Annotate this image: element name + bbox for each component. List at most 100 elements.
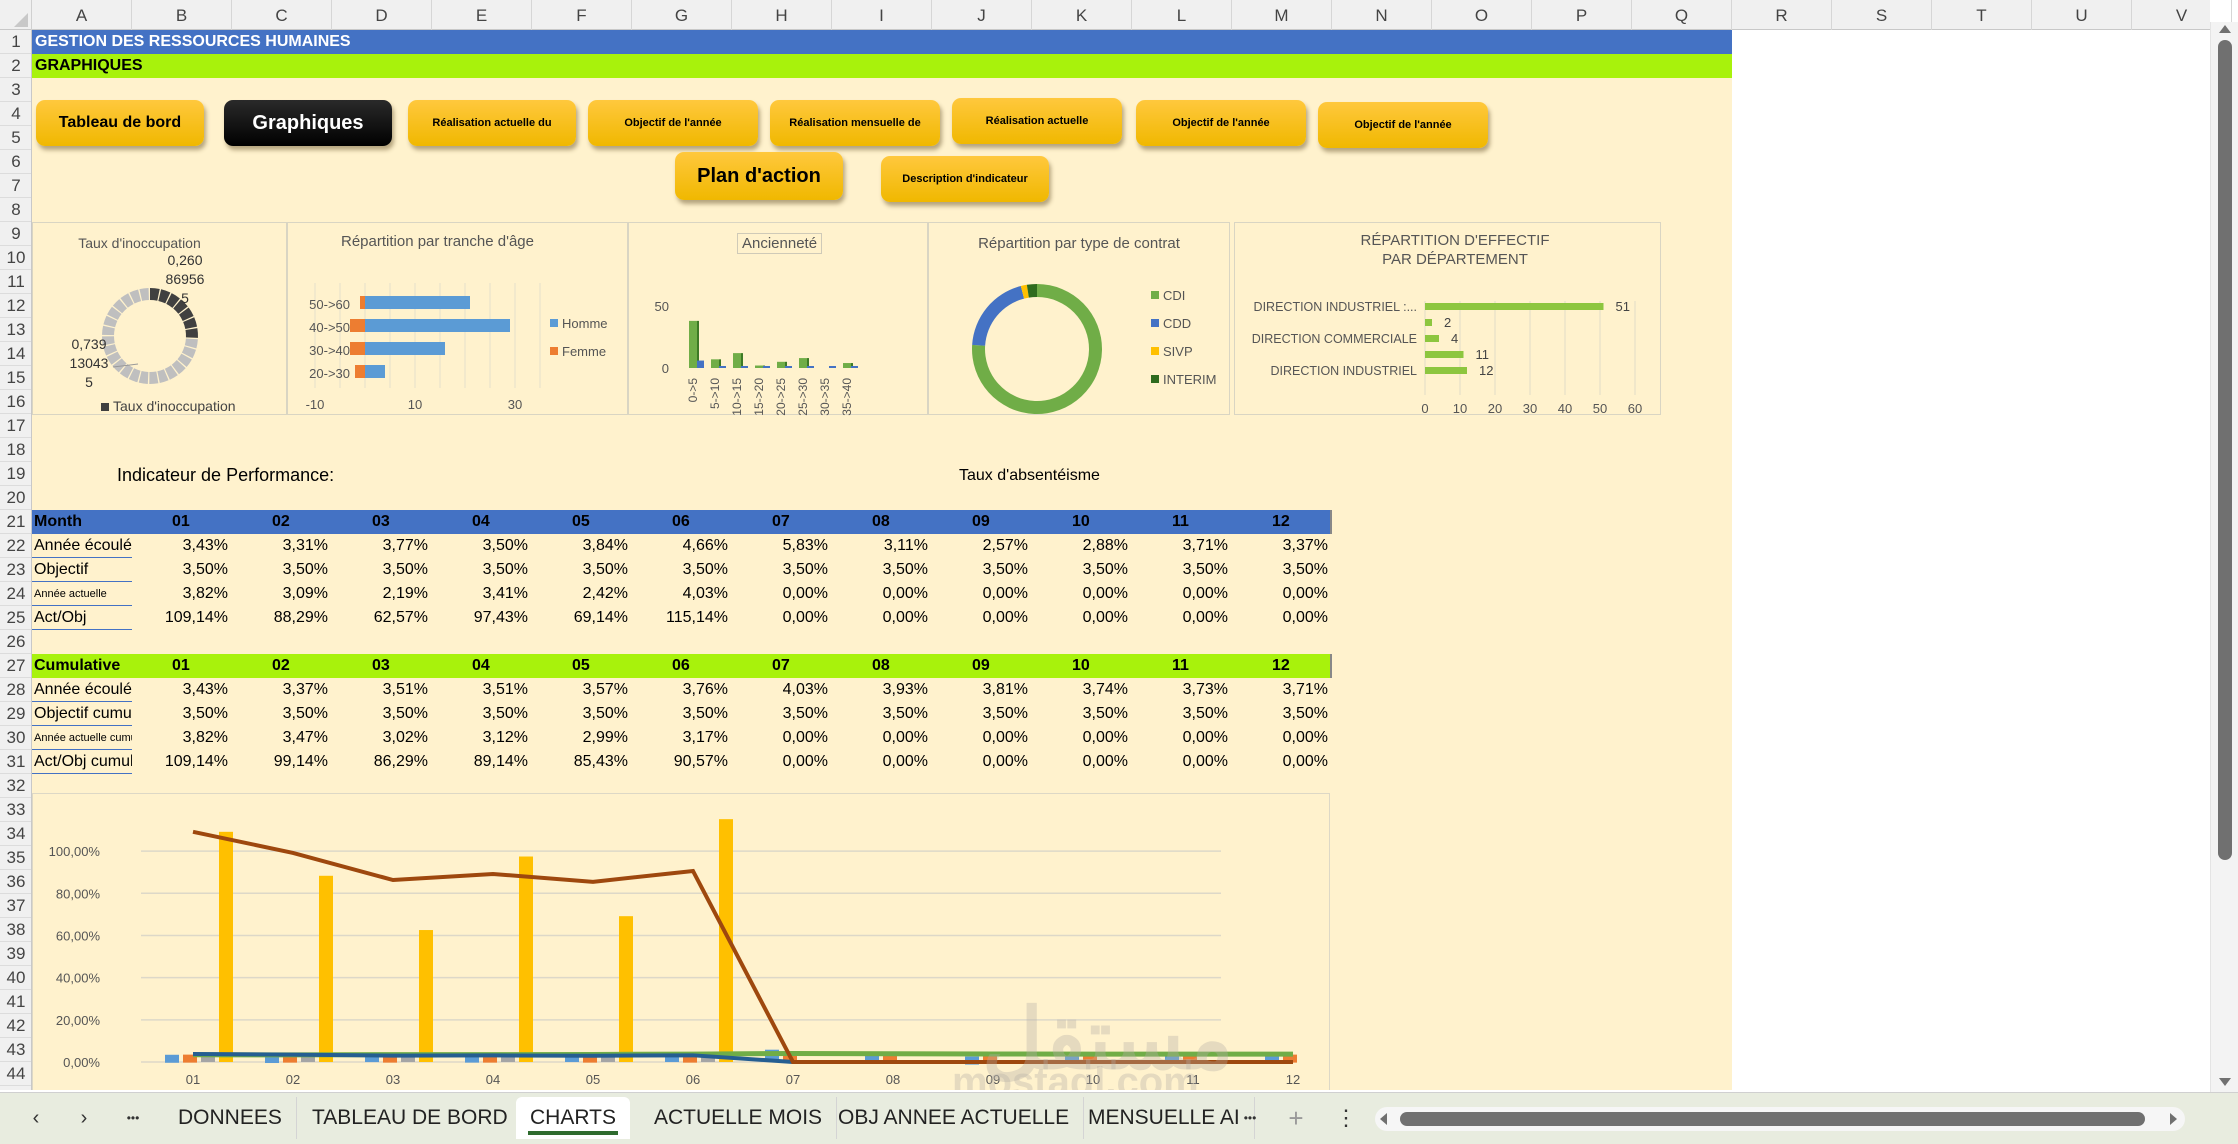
row-header-13[interactable]: 13	[0, 318, 31, 342]
scroll-up-arrow-icon[interactable]	[2219, 25, 2231, 33]
row-header-1[interactable]: 1	[0, 30, 31, 54]
chart-absenteeism[interactable]: 0,00% 20,00% 40,00% 60,00% 80,00% 100,00% 01 02…	[32, 793, 1330, 1090]
row-header-28[interactable]: 28	[0, 678, 31, 702]
next-sheet-icon[interactable]: ›	[72, 1103, 96, 1133]
table-cell[interactable]: 3,43%	[132, 678, 232, 702]
prev-sheet-icon[interactable]: ‹	[24, 1103, 48, 1133]
table-cell[interactable]: 3,50%	[932, 558, 1032, 582]
table-cell[interactable]: 109,14%	[132, 750, 232, 774]
add-sheet-icon[interactable]: +	[1284, 1103, 1308, 1133]
row-header-21[interactable]: 21	[0, 510, 31, 534]
table-cell[interactable]: 0,00%	[1232, 726, 1332, 750]
row-header-30[interactable]: 30	[0, 726, 31, 750]
column-header-i[interactable]: I	[832, 0, 932, 30]
row-header-11[interactable]: 11	[0, 270, 31, 294]
nav-button-5[interactable]: Réalisation actuelle	[952, 98, 1122, 144]
table-cell[interactable]: 3,51%	[332, 678, 432, 702]
row-header-37[interactable]: 37	[0, 894, 31, 918]
row-header-34[interactable]: 34	[0, 822, 31, 846]
table-cell[interactable]: 0,00%	[1132, 750, 1232, 774]
table-cell[interactable]: 0,00%	[1232, 606, 1332, 630]
table-cell[interactable]: 3,17%	[632, 726, 732, 750]
nav-button-1[interactable]: Graphiques	[224, 100, 392, 146]
table-cell[interactable]: 0,00%	[932, 606, 1032, 630]
table-cell[interactable]: 3,50%	[432, 534, 532, 558]
row-header-38[interactable]: 38	[0, 918, 31, 942]
vertical-scroll-thumb[interactable]	[2218, 40, 2232, 860]
nav-button-9[interactable]: Description d'indicateur	[881, 156, 1049, 202]
table-cell[interactable]: 89,14%	[432, 750, 532, 774]
table-cell[interactable]: 3,50%	[632, 702, 732, 726]
chart-age-distribution[interactable]: Répartition par tranche d'âge 20->30 30->…	[287, 222, 628, 415]
more-sheets-icon[interactable]: •••	[118, 1103, 148, 1133]
column-header-q[interactable]: Q	[1632, 0, 1732, 30]
row-header-29[interactable]: 29	[0, 702, 31, 726]
row-header-8[interactable]: 8	[0, 198, 31, 222]
scroll-right-arrow-icon[interactable]	[2170, 1113, 2177, 1125]
table-cell[interactable]: 3,50%	[832, 558, 932, 582]
table-cell[interactable]: 3,11%	[832, 534, 932, 558]
row-header-5[interactable]: 5	[0, 126, 31, 150]
table-cell[interactable]: 97,43%	[432, 606, 532, 630]
column-header-k[interactable]: K	[1032, 0, 1132, 30]
row-header-27[interactable]: 27	[0, 654, 31, 678]
row-header-9[interactable]: 9	[0, 222, 31, 246]
table-cell[interactable]: 3,50%	[1232, 558, 1332, 582]
row-header-31[interactable]: 31	[0, 750, 31, 774]
row-header-23[interactable]: 23	[0, 558, 31, 582]
column-header-t[interactable]: T	[1932, 0, 2032, 30]
row-header-15[interactable]: 15	[0, 366, 31, 390]
nav-button-3[interactable]: Objectif de l'année	[588, 100, 758, 146]
table-cell[interactable]: 3,84%	[532, 534, 632, 558]
table-cell[interactable]: 0,00%	[932, 726, 1032, 750]
table-cell[interactable]: 3,09%	[232, 582, 332, 606]
table-cell[interactable]: 2,88%	[1032, 534, 1132, 558]
table-cell[interactable]: 4,03%	[632, 582, 732, 606]
table-cell[interactable]: 0,00%	[1032, 582, 1132, 606]
table-cell[interactable]: 3,31%	[232, 534, 332, 558]
table-cell[interactable]: 3,50%	[1132, 558, 1232, 582]
column-header-p[interactable]: P	[1532, 0, 1632, 30]
sheet-tab-actuelle-mois[interactable]: ACTUELLE MOIS	[640, 1097, 838, 1139]
row-header-24[interactable]: 24	[0, 582, 31, 606]
table-cell[interactable]: 3,50%	[232, 702, 332, 726]
row-header-14[interactable]: 14	[0, 342, 31, 366]
chart-department[interactable]: RÉPARTITION D'EFFECTIF PAR DÉPARTEMENT 0…	[1234, 222, 1661, 416]
table-cell[interactable]: 0,00%	[1032, 750, 1132, 774]
row-header-19[interactable]: 19	[0, 462, 31, 486]
table-cell[interactable]: 2,57%	[932, 534, 1032, 558]
row-header-16[interactable]: 16	[0, 390, 31, 414]
table-cell[interactable]: 0,00%	[832, 726, 932, 750]
nav-button-2[interactable]: Réalisation actuelle du	[408, 100, 576, 146]
table-cell[interactable]: 0,00%	[1132, 726, 1232, 750]
table-cell[interactable]: 2,19%	[332, 582, 432, 606]
table-cell[interactable]: 115,14%	[632, 606, 732, 630]
row-header-43[interactable]: 43	[0, 1038, 31, 1062]
table-cell[interactable]: 3,50%	[1132, 702, 1232, 726]
table-cell[interactable]: 3,12%	[432, 726, 532, 750]
row-header-10[interactable]: 10	[0, 246, 31, 270]
column-header-g[interactable]: G	[632, 0, 732, 30]
table-cell[interactable]: 3,81%	[932, 678, 1032, 702]
table-cell[interactable]: 3,50%	[1232, 702, 1332, 726]
table-cell[interactable]: 5,83%	[732, 534, 832, 558]
table-cell[interactable]: 3,50%	[332, 702, 432, 726]
table-cell[interactable]: 3,77%	[332, 534, 432, 558]
table-cell[interactable]: 4,66%	[632, 534, 732, 558]
row-header-20[interactable]: 20	[0, 486, 31, 510]
table-cell[interactable]: 0,00%	[732, 582, 832, 606]
table-cell[interactable]: 3,41%	[432, 582, 532, 606]
table-cell[interactable]: 4,03%	[732, 678, 832, 702]
table-cell[interactable]: 3,57%	[532, 678, 632, 702]
column-header-c[interactable]: C	[232, 0, 332, 30]
column-header-f[interactable]: F	[532, 0, 632, 30]
row-header-7[interactable]: 7	[0, 174, 31, 198]
table-cell[interactable]: 3,50%	[432, 558, 532, 582]
worksheet-grid[interactable]: GESTION DES RESSOURCES HUMAINES GRAPHIQU…	[32, 30, 2210, 1090]
table-cell[interactable]: 0,00%	[732, 726, 832, 750]
row-header-18[interactable]: 18	[0, 438, 31, 462]
row-header-44[interactable]: 44	[0, 1062, 31, 1086]
table-cell[interactable]: 0,00%	[832, 750, 932, 774]
row-header-32[interactable]: 32	[0, 774, 31, 798]
column-header-u[interactable]: U	[2032, 0, 2132, 30]
